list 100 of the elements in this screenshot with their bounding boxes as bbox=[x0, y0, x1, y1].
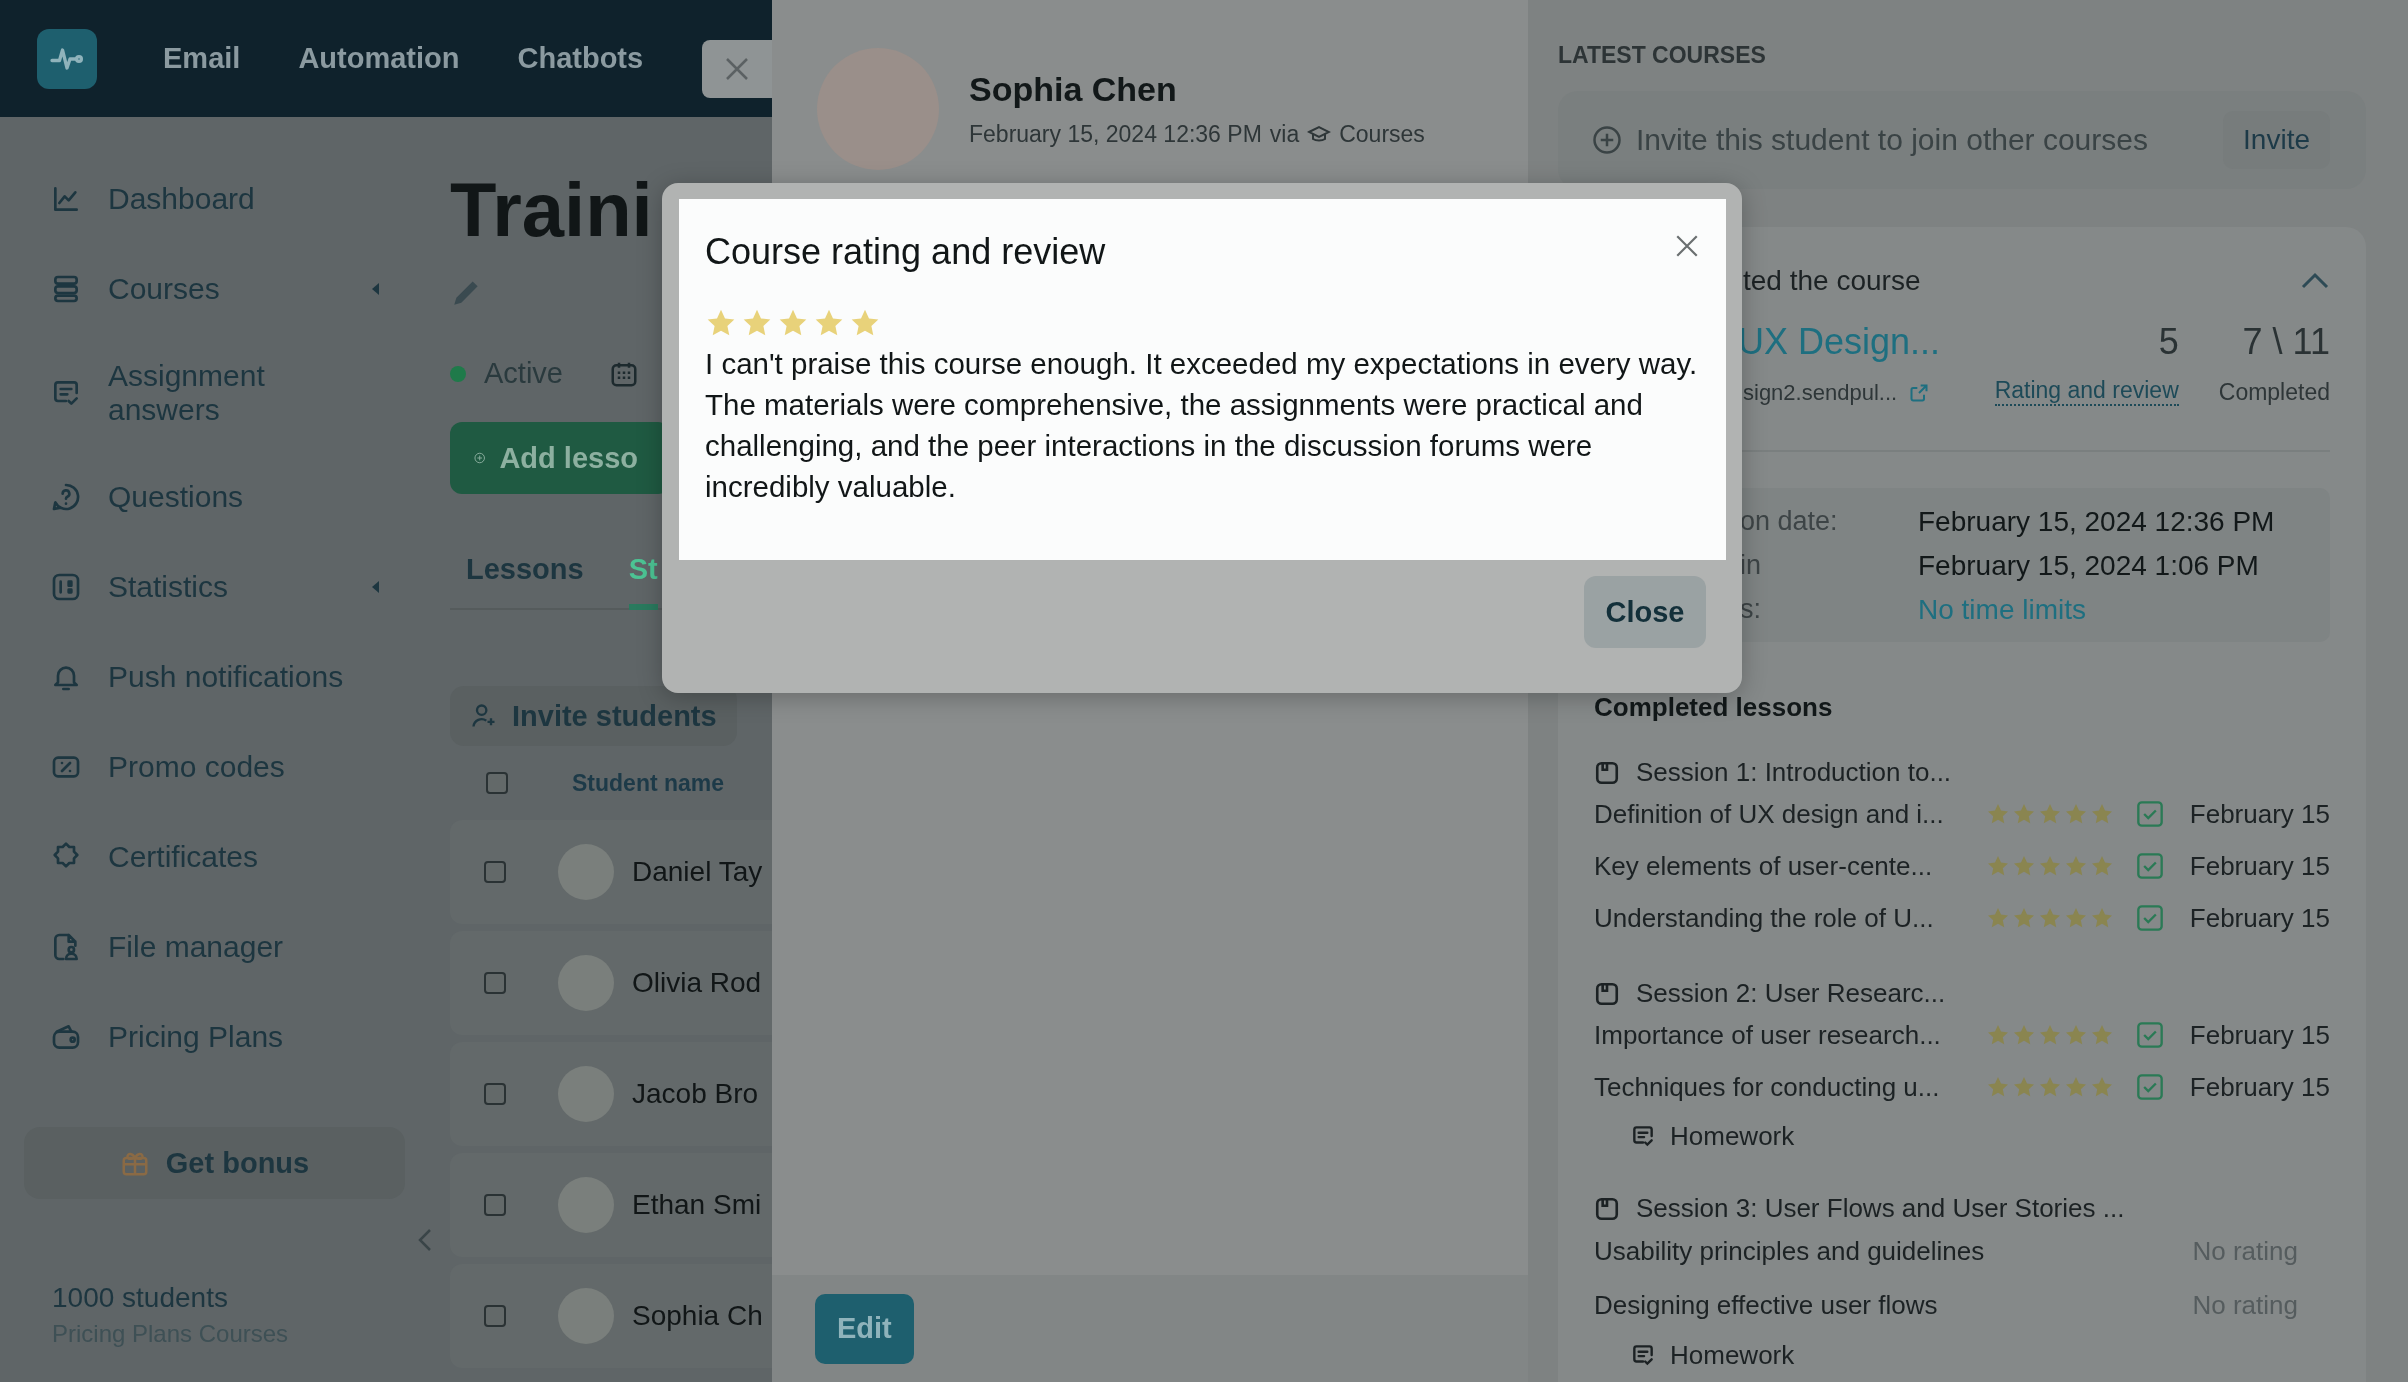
completion-date: February 15 bbox=[2188, 1071, 2330, 1103]
star-icon bbox=[1986, 1023, 2010, 1047]
app-logo[interactable] bbox=[37, 28, 97, 89]
detail-value: February 15, 2024 12:36 PM bbox=[1918, 506, 2276, 538]
chat-check-icon bbox=[1630, 1123, 1656, 1149]
plus-circle-icon bbox=[1592, 125, 1622, 155]
detail-label: s: bbox=[1740, 594, 1762, 626]
invite-text: Invite this student to join other courses bbox=[1636, 123, 2149, 157]
checkbox[interactable] bbox=[484, 972, 506, 994]
sidebar-item[interactable]: Statistics bbox=[108, 570, 229, 604]
lesson-title: Importance of user research... bbox=[1594, 1019, 1942, 1051]
status-dot bbox=[450, 365, 466, 382]
section-heading: LATEST COURSES bbox=[1558, 42, 1767, 69]
detail-value: February 15, 2024 1:06 PM bbox=[1918, 550, 2260, 582]
column-header[interactable]: Student name bbox=[572, 769, 725, 797]
student-name: Sophia Ch bbox=[632, 1300, 763, 1332]
lesson-title: Usability principles and guidelines bbox=[1594, 1235, 1985, 1267]
invite-students-button[interactable]: Invite students bbox=[450, 686, 737, 746]
person-plus-icon bbox=[470, 702, 498, 730]
star-icon bbox=[2012, 854, 2036, 878]
student-name: Ethan Smi bbox=[632, 1189, 762, 1221]
edit-button[interactable]: Edit bbox=[815, 1293, 914, 1364]
sidebar-item[interactable]: Push notifications bbox=[108, 660, 344, 694]
bookmark-square-icon bbox=[1594, 980, 1620, 1007]
checkbox[interactable] bbox=[486, 772, 508, 794]
student-row[interactable]: Jacob Bro bbox=[450, 1042, 772, 1146]
chevron-left-icon[interactable] bbox=[416, 1227, 434, 1253]
external-link-icon[interactable] bbox=[1909, 383, 1930, 403]
star-icon bbox=[2064, 854, 2088, 878]
rating-value: 5 bbox=[2157, 321, 2179, 363]
lesson-title: Techniques for conducting u... bbox=[1594, 1071, 1941, 1103]
student-row[interactable]: Daniel Tay bbox=[450, 820, 772, 924]
student-name: Sophia Chen bbox=[969, 70, 1178, 109]
nav-link[interactable]: Automation bbox=[298, 42, 460, 75]
lesson-title: Definition of UX design and i... bbox=[1594, 798, 1945, 830]
source-label: Courses bbox=[1339, 121, 1425, 148]
checkbox[interactable] bbox=[484, 861, 506, 883]
nav-link[interactable]: Chatbots bbox=[517, 42, 644, 75]
close-button[interactable] bbox=[1674, 233, 1700, 259]
student-row[interactable]: Olivia Rod bbox=[450, 931, 772, 1035]
stats-icon bbox=[50, 571, 82, 603]
session-title: Session 2: User Researc... bbox=[1636, 978, 1946, 1009]
close-button[interactable]: Close bbox=[1584, 576, 1706, 648]
star-icon bbox=[2064, 1023, 2088, 1047]
homework-label[interactable]: Homework bbox=[1670, 1120, 1795, 1152]
chat-check-icon bbox=[1630, 1342, 1656, 1368]
progress-label: Completed bbox=[2218, 379, 2330, 406]
star-icon bbox=[2012, 1075, 2036, 1099]
section-heading: Completed lessons bbox=[1594, 692, 1834, 723]
star-icon bbox=[2090, 1075, 2114, 1099]
star-icon bbox=[2038, 802, 2062, 826]
review-text: I can't praise this course enough. It exceeded my expectations in every way. The materials were comprehensive, the assignments were practical and challenging, and the peer interactions in the discussion forums were incredibly valuable. bbox=[705, 346, 1699, 505]
session-title: Session 3: User Flows and User Stories ... bbox=[1636, 1193, 2125, 1224]
sidebar-item[interactable]: File manager bbox=[108, 930, 284, 964]
lesson-title: Understanding the role of U... bbox=[1594, 902, 1935, 934]
enrollment-date: February 15, 2024 12:36 PM bbox=[969, 121, 1262, 148]
checkbox[interactable] bbox=[484, 1083, 506, 1105]
invite-button[interactable]: Invite bbox=[2223, 111, 2330, 169]
student-name: Jacob Bro bbox=[632, 1078, 759, 1110]
sidebar-item[interactable]: Courses bbox=[108, 272, 220, 306]
course-title: Traini bbox=[450, 166, 653, 254]
sidebar-item[interactable]: Pricing Plans bbox=[108, 1020, 284, 1054]
close-button[interactable] bbox=[702, 40, 772, 98]
completion-date: February 15 bbox=[2188, 902, 2330, 934]
completion-date: February 15 bbox=[2188, 1019, 2330, 1051]
nav-link[interactable]: Email bbox=[163, 42, 241, 75]
detail-label: in bbox=[1740, 550, 1762, 582]
question-icon bbox=[50, 481, 82, 513]
caret-icon[interactable] bbox=[370, 281, 380, 297]
bookmark-square-icon bbox=[1594, 759, 1620, 786]
student-row[interactable]: Sophia Ch bbox=[450, 1264, 772, 1368]
caret-icon[interactable] bbox=[370, 579, 380, 595]
sidebar-item[interactable]: Certificates bbox=[108, 840, 259, 874]
checkbox[interactable] bbox=[484, 1305, 506, 1327]
via-label: via bbox=[1269, 121, 1300, 148]
star-icon bbox=[1986, 1075, 2010, 1099]
sidebar-item[interactable]: Questions bbox=[108, 480, 244, 514]
star-icon bbox=[2090, 854, 2114, 878]
checkbox[interactable] bbox=[484, 1194, 506, 1216]
tab[interactable]: Lessons bbox=[466, 553, 584, 610]
detail-label: on date: bbox=[1740, 506, 1839, 538]
star-icon bbox=[2012, 1023, 2036, 1047]
star-icon bbox=[2090, 1023, 2114, 1047]
star-icon bbox=[2090, 802, 2114, 826]
detail-link[interactable]: No time limits bbox=[1918, 594, 2330, 626]
sidebar-item[interactable]: Dashboard bbox=[108, 182, 255, 216]
star-icon bbox=[1986, 854, 2010, 878]
student-row[interactable]: Ethan Smi bbox=[450, 1153, 772, 1257]
homework-label[interactable]: Homework bbox=[1670, 1339, 1795, 1371]
star-icon bbox=[2038, 854, 2062, 878]
rating-link[interactable]: Rating and review bbox=[1994, 377, 2179, 406]
sidebar-item[interactable]: Assignment answers bbox=[108, 359, 370, 427]
lesson-title: Designing effective user flows bbox=[1594, 1289, 1938, 1321]
session-title: Session 1: Introduction to... bbox=[1636, 757, 1952, 788]
star-icon bbox=[2038, 1075, 2062, 1099]
star-icon bbox=[2038, 1023, 2062, 1047]
sidebar-item[interactable]: Promo codes bbox=[108, 750, 285, 784]
chevron-up-icon[interactable] bbox=[2300, 271, 2330, 291]
course-url[interactable]: sign2.sendpul... bbox=[1743, 380, 1898, 406]
get-bonus-button[interactable]: Get bonus bbox=[24, 1127, 405, 1199]
